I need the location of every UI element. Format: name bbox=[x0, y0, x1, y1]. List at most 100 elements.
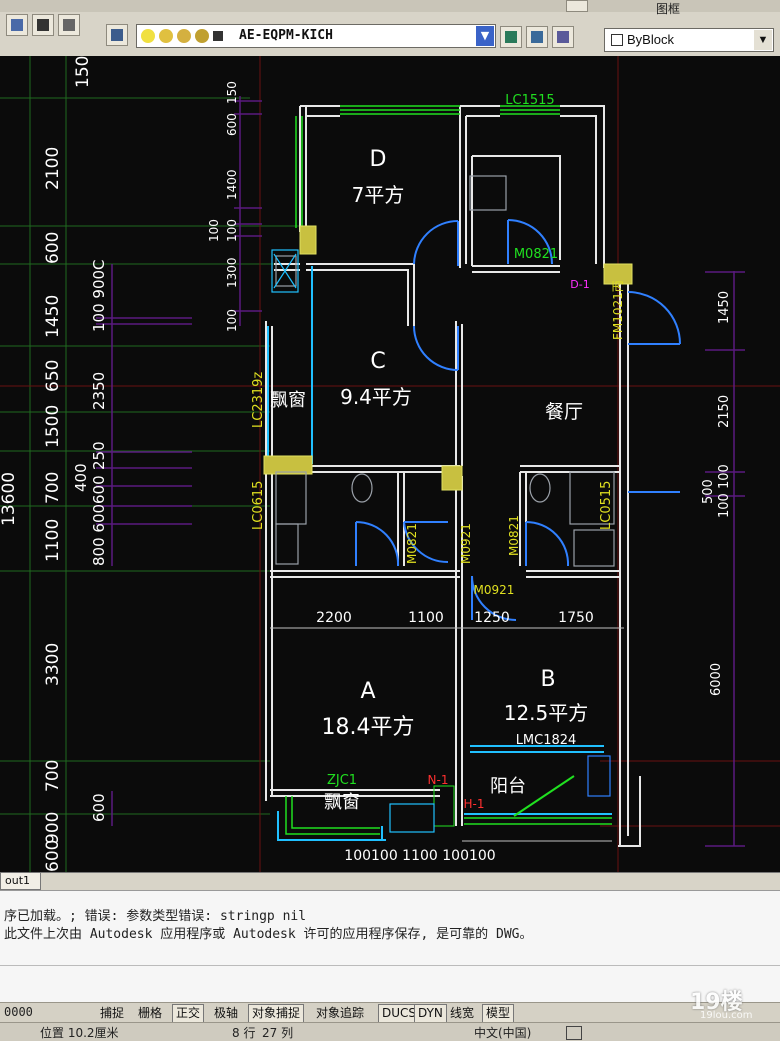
dim-win-600: 600 bbox=[225, 113, 239, 136]
linetype-dropdown[interactable]: ByBlock ▼ bbox=[604, 28, 774, 52]
window-lc0615-label: LC0615 bbox=[251, 481, 266, 530]
dim-left-700: 700 bbox=[43, 472, 63, 504]
dim-left-2100: 2100 bbox=[43, 147, 63, 190]
dim-mid-800-600: 800 600 bbox=[90, 504, 108, 566]
dyn-toggle[interactable]: DYN bbox=[414, 1004, 447, 1023]
dim-right-1450: 1450 bbox=[717, 291, 732, 324]
model-toggle[interactable]: 模型 bbox=[482, 1004, 515, 1023]
window-lc0515-label: LC0515 bbox=[599, 481, 614, 530]
dim-2200: 2200 bbox=[316, 610, 352, 626]
dim-left-650: 650 bbox=[43, 360, 63, 392]
layout-tabs: out1 bbox=[0, 872, 780, 891]
room-dining-name: 餐厅 bbox=[545, 401, 583, 423]
bay-window-label-2: 飘窗 bbox=[324, 792, 360, 813]
tab-layout1[interactable]: out1 bbox=[0, 873, 42, 890]
osnap-toggle[interactable]: 对象捕捉 bbox=[248, 1004, 305, 1023]
spellcheck-icon[interactable] bbox=[566, 1026, 582, 1040]
window-lc2319z-label: LC2319z bbox=[251, 372, 266, 428]
command-line-2: 此文件上次由 Autodesk 应用程序或 Autodesk 许可的应用程序保存… bbox=[4, 927, 533, 942]
h1-label: H-1 bbox=[464, 797, 485, 811]
dim-1250: 1250 bbox=[474, 610, 510, 626]
drawing-canvas[interactable]: D 7平方 C 9.4平方 餐厅 A 18.4平方 B 12.5平方 飘窗 飘窗… bbox=[0, 56, 780, 872]
door-m0921-a-label: M0921 bbox=[459, 523, 473, 564]
dim-1750: 1750 bbox=[558, 610, 594, 626]
column-readout: 27 列 bbox=[262, 1026, 294, 1040]
dim-left-1450: 1450 bbox=[43, 295, 63, 338]
dim-left-1100: 1100 bbox=[43, 519, 63, 562]
door-d1-label: D-1 bbox=[570, 278, 589, 291]
window-zjc1-label: ZJC1 bbox=[327, 773, 357, 788]
grid-toggle[interactable]: 栅格 bbox=[134, 1004, 166, 1023]
position-readout: 位置 10.2厘米 bbox=[40, 1026, 119, 1040]
ortho-toggle[interactable]: 正交 bbox=[172, 1004, 205, 1023]
command-line-1: 序已加载。; 错误: 参数类型错误: stringp nil bbox=[4, 909, 307, 924]
snap-icon[interactable] bbox=[32, 14, 54, 36]
room-b-name: B bbox=[540, 667, 555, 692]
toolbar: 图框 AE-EQPM-KICH ▼ ByBlock ▼ bbox=[0, 0, 780, 58]
linetype-value: ByBlock bbox=[627, 32, 674, 47]
layer-prev-icon[interactable] bbox=[500, 26, 522, 48]
dim-mid-100-900c: 100 900C bbox=[90, 259, 108, 332]
command-window[interactable]: 序已加载。; 错误: 参数类型错误: stringp nil 此文件上次由 Au… bbox=[0, 890, 780, 1003]
lineweight-toggle[interactable]: 线宽 bbox=[446, 1004, 478, 1023]
grid-icon[interactable] bbox=[6, 14, 28, 36]
window-lc1515-label: LC1515 bbox=[505, 93, 554, 108]
sun-icon[interactable] bbox=[159, 29, 173, 43]
dim-left-900: 900 bbox=[43, 812, 63, 844]
door-fm1021-label: FM1021丙 bbox=[611, 280, 625, 340]
layer-manager-icon[interactable] bbox=[552, 26, 574, 48]
dim-win-100c: 100 bbox=[225, 309, 239, 332]
dim-mid-600b: 600 bbox=[90, 793, 108, 822]
room-a-name: A bbox=[360, 679, 375, 704]
dim-mid-250: 250 bbox=[90, 441, 108, 470]
layer-state-icon[interactable] bbox=[526, 26, 548, 48]
door-m0921-b-label: M0921 bbox=[474, 583, 515, 597]
ime-indicator: 中文(中国) bbox=[474, 1026, 532, 1040]
door-m0821-a-label: M0821 bbox=[405, 523, 419, 564]
dim-bottom: 100100 1100 100100 bbox=[344, 848, 495, 864]
layer-dropdown[interactable]: AE-EQPM-KICH ▼ bbox=[136, 24, 496, 48]
word-status-bar: 位置 10.2厘米 8 行 27 列 中文(中国) bbox=[0, 1022, 780, 1041]
lightbulb-icon[interactable] bbox=[141, 29, 155, 43]
dim-left-150: 150 bbox=[73, 56, 93, 88]
watermark-url: 19lou.com bbox=[700, 1010, 753, 1021]
dim-right-500: 500 bbox=[701, 479, 716, 504]
room-d-name: D bbox=[370, 147, 387, 172]
snap-toggle[interactable]: 捕捉 bbox=[96, 1004, 128, 1023]
room-a-area: 18.4平方 bbox=[322, 715, 415, 740]
freeze-icon[interactable] bbox=[177, 29, 191, 43]
tool-icon[interactable] bbox=[58, 14, 80, 36]
dim-win-150: 150 bbox=[225, 81, 239, 104]
layers-icon[interactable] bbox=[106, 24, 128, 46]
window-lmc1824-label: LMC1824 bbox=[516, 733, 577, 748]
dim-left-600b: 600 bbox=[43, 840, 63, 872]
dim-left-3300: 3300 bbox=[43, 643, 63, 686]
polar-toggle[interactable]: 极轴 bbox=[210, 1004, 242, 1023]
room-c-area: 9.4平方 bbox=[340, 385, 412, 409]
chevron-down-icon[interactable]: ▼ bbox=[754, 30, 772, 50]
frame-label: 图框 bbox=[656, 2, 681, 16]
dim-win-100b: 100 bbox=[225, 219, 239, 242]
n1-label: N-1 bbox=[428, 773, 449, 787]
dim-left-13600: 13600 bbox=[0, 472, 19, 526]
door-m0821-b-label: M0821 bbox=[507, 515, 521, 556]
lock-icon[interactable] bbox=[195, 29, 209, 43]
checkbox-icon bbox=[611, 34, 623, 46]
dim-win-1300: 1300 bbox=[225, 257, 239, 288]
bay-window-label: 飘窗 bbox=[270, 390, 306, 411]
dim-left-600: 600 bbox=[43, 232, 63, 264]
dim-win-100a: 100 bbox=[207, 219, 221, 242]
color-swatch bbox=[213, 31, 223, 41]
balcony-label: 阳台 bbox=[490, 776, 526, 797]
room-b-area: 12.5平方 bbox=[504, 701, 589, 725]
dim-left-1500: 1500 bbox=[43, 405, 63, 448]
dim-mid-600: 600 bbox=[90, 475, 108, 504]
command-divider bbox=[0, 965, 780, 966]
dim-right-2150: 2150 bbox=[717, 395, 732, 428]
room-c-name: C bbox=[370, 349, 385, 374]
otrack-toggle[interactable]: 对象追踪 bbox=[312, 1004, 368, 1023]
help-icon[interactable] bbox=[566, 0, 588, 12]
layer-name: AE-EQPM-KICH bbox=[239, 28, 333, 43]
chevron-down-icon[interactable]: ▼ bbox=[476, 26, 494, 46]
dim-right-6000: 6000 bbox=[709, 663, 724, 696]
